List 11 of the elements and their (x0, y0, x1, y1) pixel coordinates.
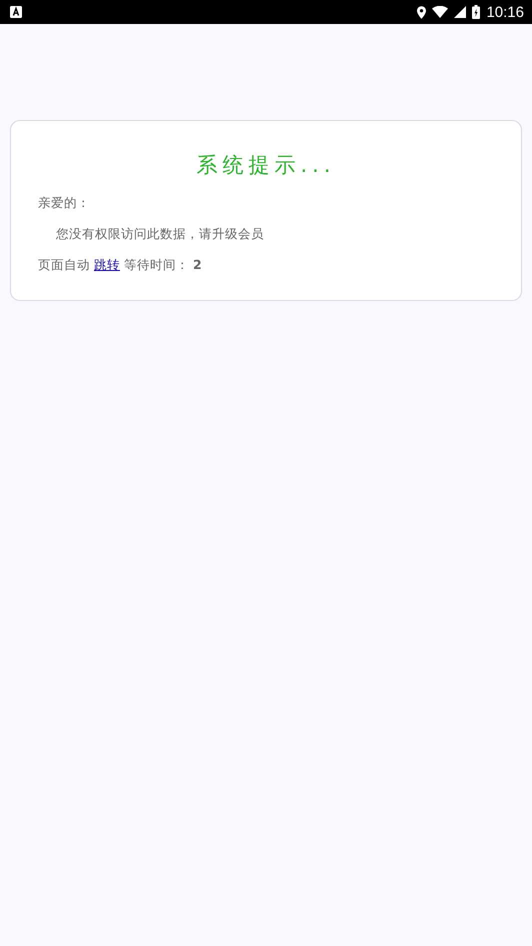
wifi-icon (432, 6, 448, 18)
signal-icon (454, 6, 466, 18)
clock-time: 10:16 (486, 4, 524, 20)
redirect-notice: 页面自动 跳转 等待时间： 2 (38, 257, 203, 272)
permission-message: 您没有权限访问此数据，请升级会员 (55, 226, 265, 241)
greeting-text: 亲爱的： (38, 195, 91, 210)
redirect-link[interactable]: 跳转 (94, 257, 120, 272)
dialog-title: 系统提示... (195, 152, 337, 179)
notification-icon (10, 6, 22, 18)
battery-icon (472, 5, 480, 19)
location-icon (417, 6, 426, 18)
